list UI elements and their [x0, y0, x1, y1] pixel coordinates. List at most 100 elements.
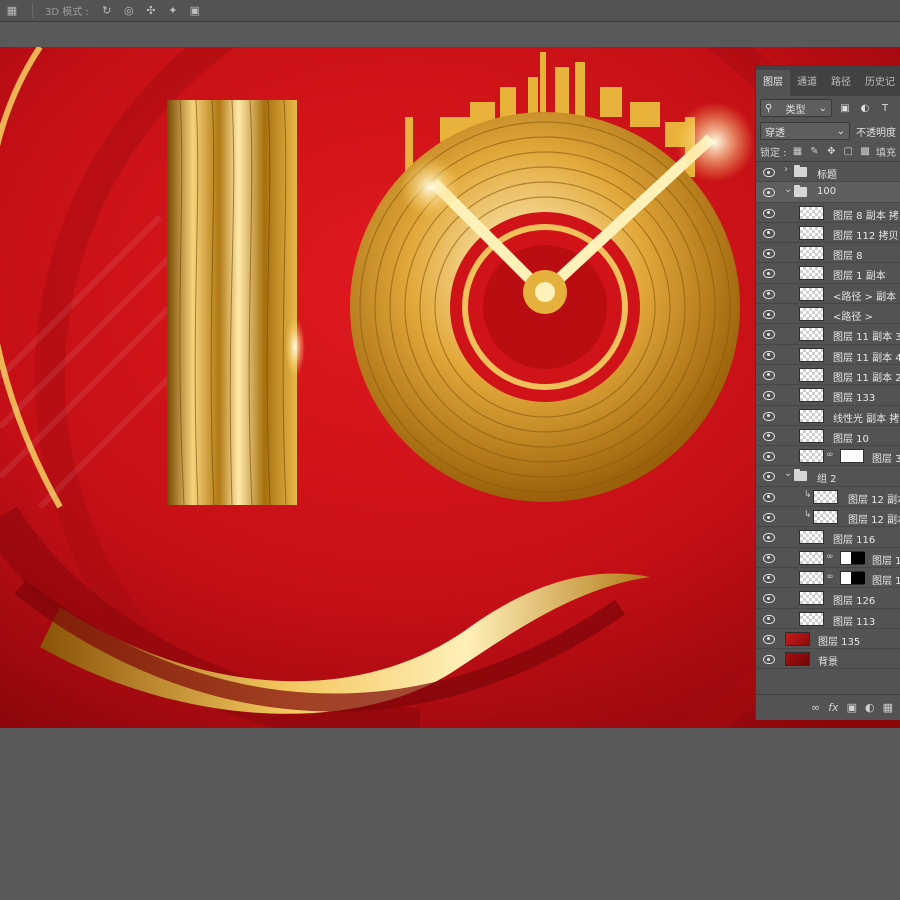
visibility-eye-icon[interactable] [762, 572, 776, 584]
lock-image-icon[interactable]: ✎ [808, 146, 820, 157]
layer-row[interactable]: ↳ 图层 12 副本 [756, 487, 900, 508]
visibility-eye-icon[interactable] [762, 531, 776, 543]
lock-transparency-icon[interactable]: ▦ [792, 146, 804, 157]
layer-row[interactable]: 线性光 副本 拷贝 [756, 406, 900, 426]
link-layers-icon[interactable]: ∞ [811, 701, 820, 714]
layer-row[interactable]: ∞ 图层 1 [756, 568, 900, 589]
visibility-eye-icon[interactable] [762, 166, 776, 178]
slide-3d-icon[interactable]: ✦ [165, 4, 181, 18]
layer-row[interactable]: 图层 126 [756, 588, 900, 609]
tab-paths[interactable]: 路径 [824, 70, 858, 96]
visibility-eye-icon[interactable] [762, 247, 776, 259]
chevron-down-icon[interactable]: ⌄ [784, 184, 792, 195]
fill-label[interactable]: 填充 [876, 144, 896, 159]
layer-row[interactable]: ∞ 图层 1 [756, 548, 900, 568]
folder-icon [794, 185, 807, 198]
filter-type-icon[interactable]: T [878, 103, 892, 114]
visibility-eye-icon[interactable] [762, 511, 776, 523]
layer-row[interactable]: ⌄ 组 2 [756, 466, 900, 487]
layer-row[interactable]: 图层 116 [756, 527, 900, 548]
roll-3d-icon[interactable]: ◎ [121, 4, 137, 18]
layer-row[interactable]: 图层 112 拷贝 2 [756, 223, 900, 244]
layer-name: 图层 1 [872, 555, 900, 567]
visibility-eye-icon[interactable] [762, 613, 776, 625]
drag-3d-icon[interactable]: ✣ [143, 4, 159, 18]
layer-row[interactable]: 图层 135 [756, 629, 900, 650]
visibility-eye-icon[interactable] [762, 369, 776, 381]
layer-row[interactable]: ∞ 图层 3 [756, 446, 900, 467]
visibility-eye-icon[interactable] [762, 328, 776, 340]
visibility-eye-icon[interactable] [762, 288, 776, 300]
layer-row[interactable]: 图层 133 [756, 385, 900, 406]
visibility-eye-icon[interactable] [762, 308, 776, 320]
add-mask-icon[interactable]: ▣ [847, 701, 857, 714]
layer-name: 图层 112 拷贝 2 [833, 230, 900, 242]
layer-row[interactable]: 背景 [756, 649, 900, 670]
folder-icon [794, 165, 807, 177]
visibility-eye-icon[interactable] [762, 267, 776, 279]
tab-history[interactable]: 历史记 [858, 70, 900, 96]
fx-icon[interactable]: fx [828, 701, 838, 714]
link-icon[interactable]: ∞ [826, 450, 834, 460]
visibility-eye-icon[interactable] [762, 186, 776, 198]
layer-row[interactable]: ⌄ 100 [756, 182, 900, 203]
lock-position-icon[interactable]: ✥ [825, 146, 837, 157]
visibility-eye-icon[interactable] [762, 389, 776, 401]
layer-thumbnail [799, 388, 824, 403]
blend-mode-select[interactable]: 穿透 ⌄ [760, 122, 850, 140]
blend-mode-value: 穿透 [765, 127, 785, 139]
visibility-eye-icon[interactable] [762, 410, 776, 422]
kind-filter-select[interactable]: ⚲ 类型 ⌄ [760, 99, 832, 117]
layer-row[interactable]: 图层 10 [756, 426, 900, 447]
visibility-eye-icon[interactable] [762, 653, 776, 665]
tab-layers[interactable]: 图层 [756, 70, 790, 96]
layer-row[interactable]: <路径 > [756, 304, 900, 325]
layer-name: 背景 [818, 657, 838, 669]
camera-3d-icon[interactable]: ▣ [187, 4, 203, 18]
layer-mask-thumbnail[interactable] [840, 570, 865, 585]
visibility-eye-icon[interactable] [762, 430, 776, 442]
layer-thumbnail [799, 205, 824, 220]
layer-mask-thumbnail[interactable] [840, 449, 864, 464]
visibility-eye-icon[interactable] [762, 491, 776, 503]
new-group-icon[interactable]: ▦ [883, 701, 893, 714]
clipping-mask-icon: ↳ [804, 489, 812, 500]
layer-name: 线性光 副本 拷贝 [833, 413, 900, 425]
visibility-eye-icon[interactable] [762, 592, 776, 604]
layer-row[interactable]: 图层 1 副本 [756, 263, 900, 284]
layer-row[interactable]: 图层 113 [756, 609, 900, 629]
tab-channels[interactable]: 通道 [790, 70, 824, 96]
adjustment-layer-icon[interactable]: ◐ [865, 701, 875, 714]
layer-row[interactable]: 图层 8 [756, 243, 900, 264]
chevron-down-icon[interactable]: ⌄ [784, 468, 792, 479]
layer-row[interactable]: ↳ 图层 12 副本 [756, 507, 900, 528]
visibility-eye-icon[interactable] [762, 349, 776, 361]
layer-thumbnail [799, 307, 824, 322]
lock-row: 锁定 : ▦ ✎ ✥ ▢ ▩ 填充 [756, 142, 900, 162]
visibility-eye-icon[interactable] [762, 450, 776, 462]
layer-row[interactable]: <路径 > 副本 2 [756, 284, 900, 305]
visibility-eye-icon[interactable] [762, 227, 776, 239]
link-icon[interactable]: ∞ [826, 572, 834, 582]
layer-row[interactable]: 图层 11 副本 3 [756, 324, 900, 345]
lock-artboard-icon[interactable]: ▢ [842, 146, 854, 157]
rotate-3d-icon[interactable]: ↻ [99, 4, 115, 18]
visibility-eye-icon[interactable] [762, 470, 776, 482]
layer-name: 图层 1 副本 [833, 271, 886, 283]
layer-thumbnail [799, 408, 824, 423]
lock-all-icon[interactable]: ▩ [859, 146, 871, 157]
visibility-eye-icon[interactable] [762, 207, 776, 219]
filter-adjustment-icon[interactable]: ◐ [858, 103, 872, 114]
layer-row[interactable]: › 标题 [756, 162, 900, 183]
link-icon[interactable]: ∞ [826, 552, 834, 562]
visibility-eye-icon[interactable] [762, 633, 776, 645]
filter-pixel-icon[interactable]: ▣ [838, 103, 852, 114]
layer-mask-thumbnail[interactable] [840, 550, 865, 565]
chevron-right-icon[interactable]: › [784, 164, 788, 175]
opacity-label[interactable]: 不透明度 [856, 124, 896, 139]
layer-row[interactable]: 图层 11 副本 2 [756, 365, 900, 386]
visibility-eye-icon[interactable] [762, 552, 776, 564]
layer-row[interactable]: 图层 11 副本 4 [756, 345, 900, 365]
panel-toggle-icon[interactable]: ▦ [4, 4, 20, 18]
layer-row[interactable]: 图层 8 副本 拷贝 [756, 203, 900, 223]
